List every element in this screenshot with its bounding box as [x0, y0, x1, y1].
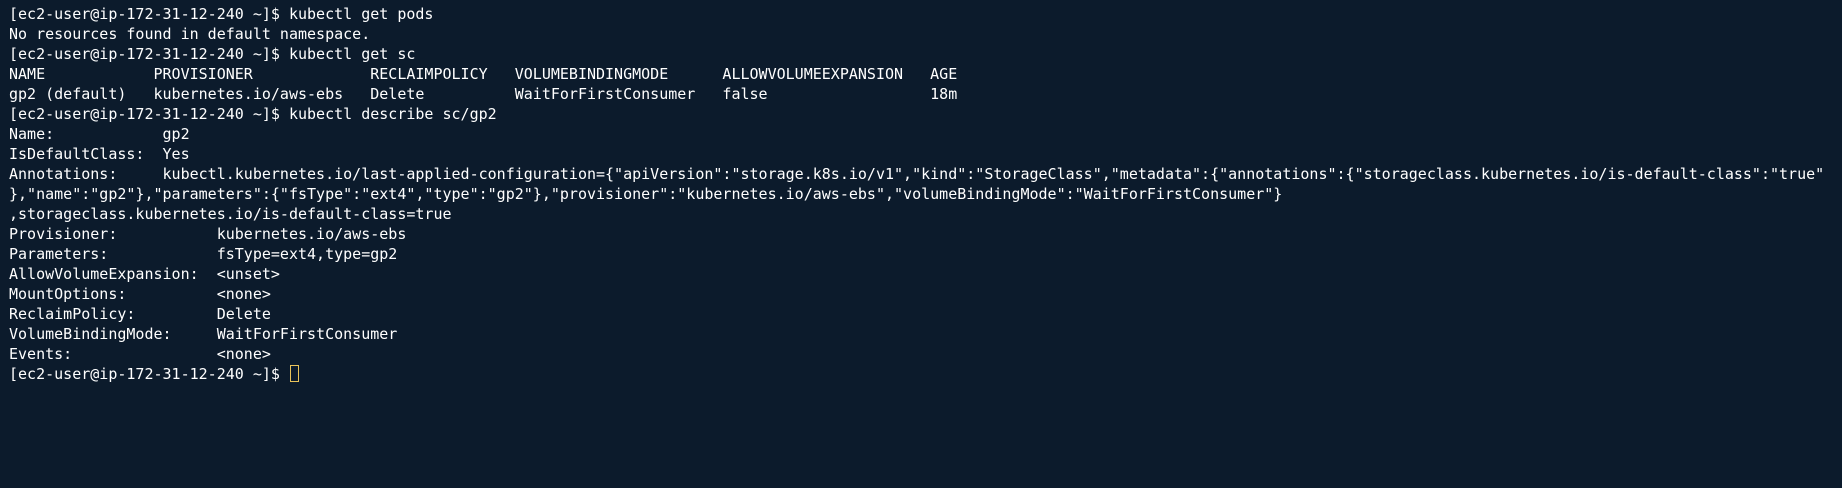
shell-prompt: [ec2-user@ip-172-31-12-240 ~]$: [9, 365, 289, 383]
output-line: gp2 (default) kubernetes.io/aws-ebs Dele…: [9, 85, 958, 103]
output-line: NAME PROVISIONER RECLAIMPOLICY VOLUMEBIN…: [9, 65, 958, 83]
output-line: },"name":"gp2"},"parameters":{"fsType":"…: [9, 185, 1283, 203]
output-line: ReclaimPolicy: Delete: [9, 305, 271, 323]
output-line: Name: gp2: [9, 125, 190, 143]
terminal-cursor[interactable]: [289, 365, 299, 382]
output-line: MountOptions: <none>: [9, 285, 271, 303]
output-line: IsDefaultClass: Yes: [9, 145, 190, 163]
prompt-line[interactable]: [ec2-user@ip-172-31-12-240 ~]$: [9, 364, 1842, 384]
output-line: No resources found in default namespace.: [9, 25, 371, 43]
output-line: [ec2-user@ip-172-31-12-240 ~]$ kubectl g…: [9, 5, 434, 23]
output-line: AllowVolumeExpansion: <unset>: [9, 265, 280, 283]
output-line: Events: <none>: [9, 345, 271, 363]
output-line: Provisioner: kubernetes.io/aws-ebs: [9, 225, 407, 243]
terminal-window[interactable]: [ec2-user@ip-172-31-12-240 ~]$ kubectl g…: [0, 0, 1842, 488]
output-line: VolumeBindingMode: WaitForFirstConsumer: [9, 325, 398, 343]
output-line: ,storageclass.kubernetes.io/is-default-c…: [9, 205, 452, 223]
output-line: Annotations: kubectl.kubernetes.io/last-…: [9, 165, 1825, 183]
output-line: Parameters: fsType=ext4,type=gp2: [9, 245, 398, 263]
output-line: [ec2-user@ip-172-31-12-240 ~]$ kubectl g…: [9, 45, 416, 63]
output-line: [ec2-user@ip-172-31-12-240 ~]$ kubectl d…: [9, 105, 497, 123]
